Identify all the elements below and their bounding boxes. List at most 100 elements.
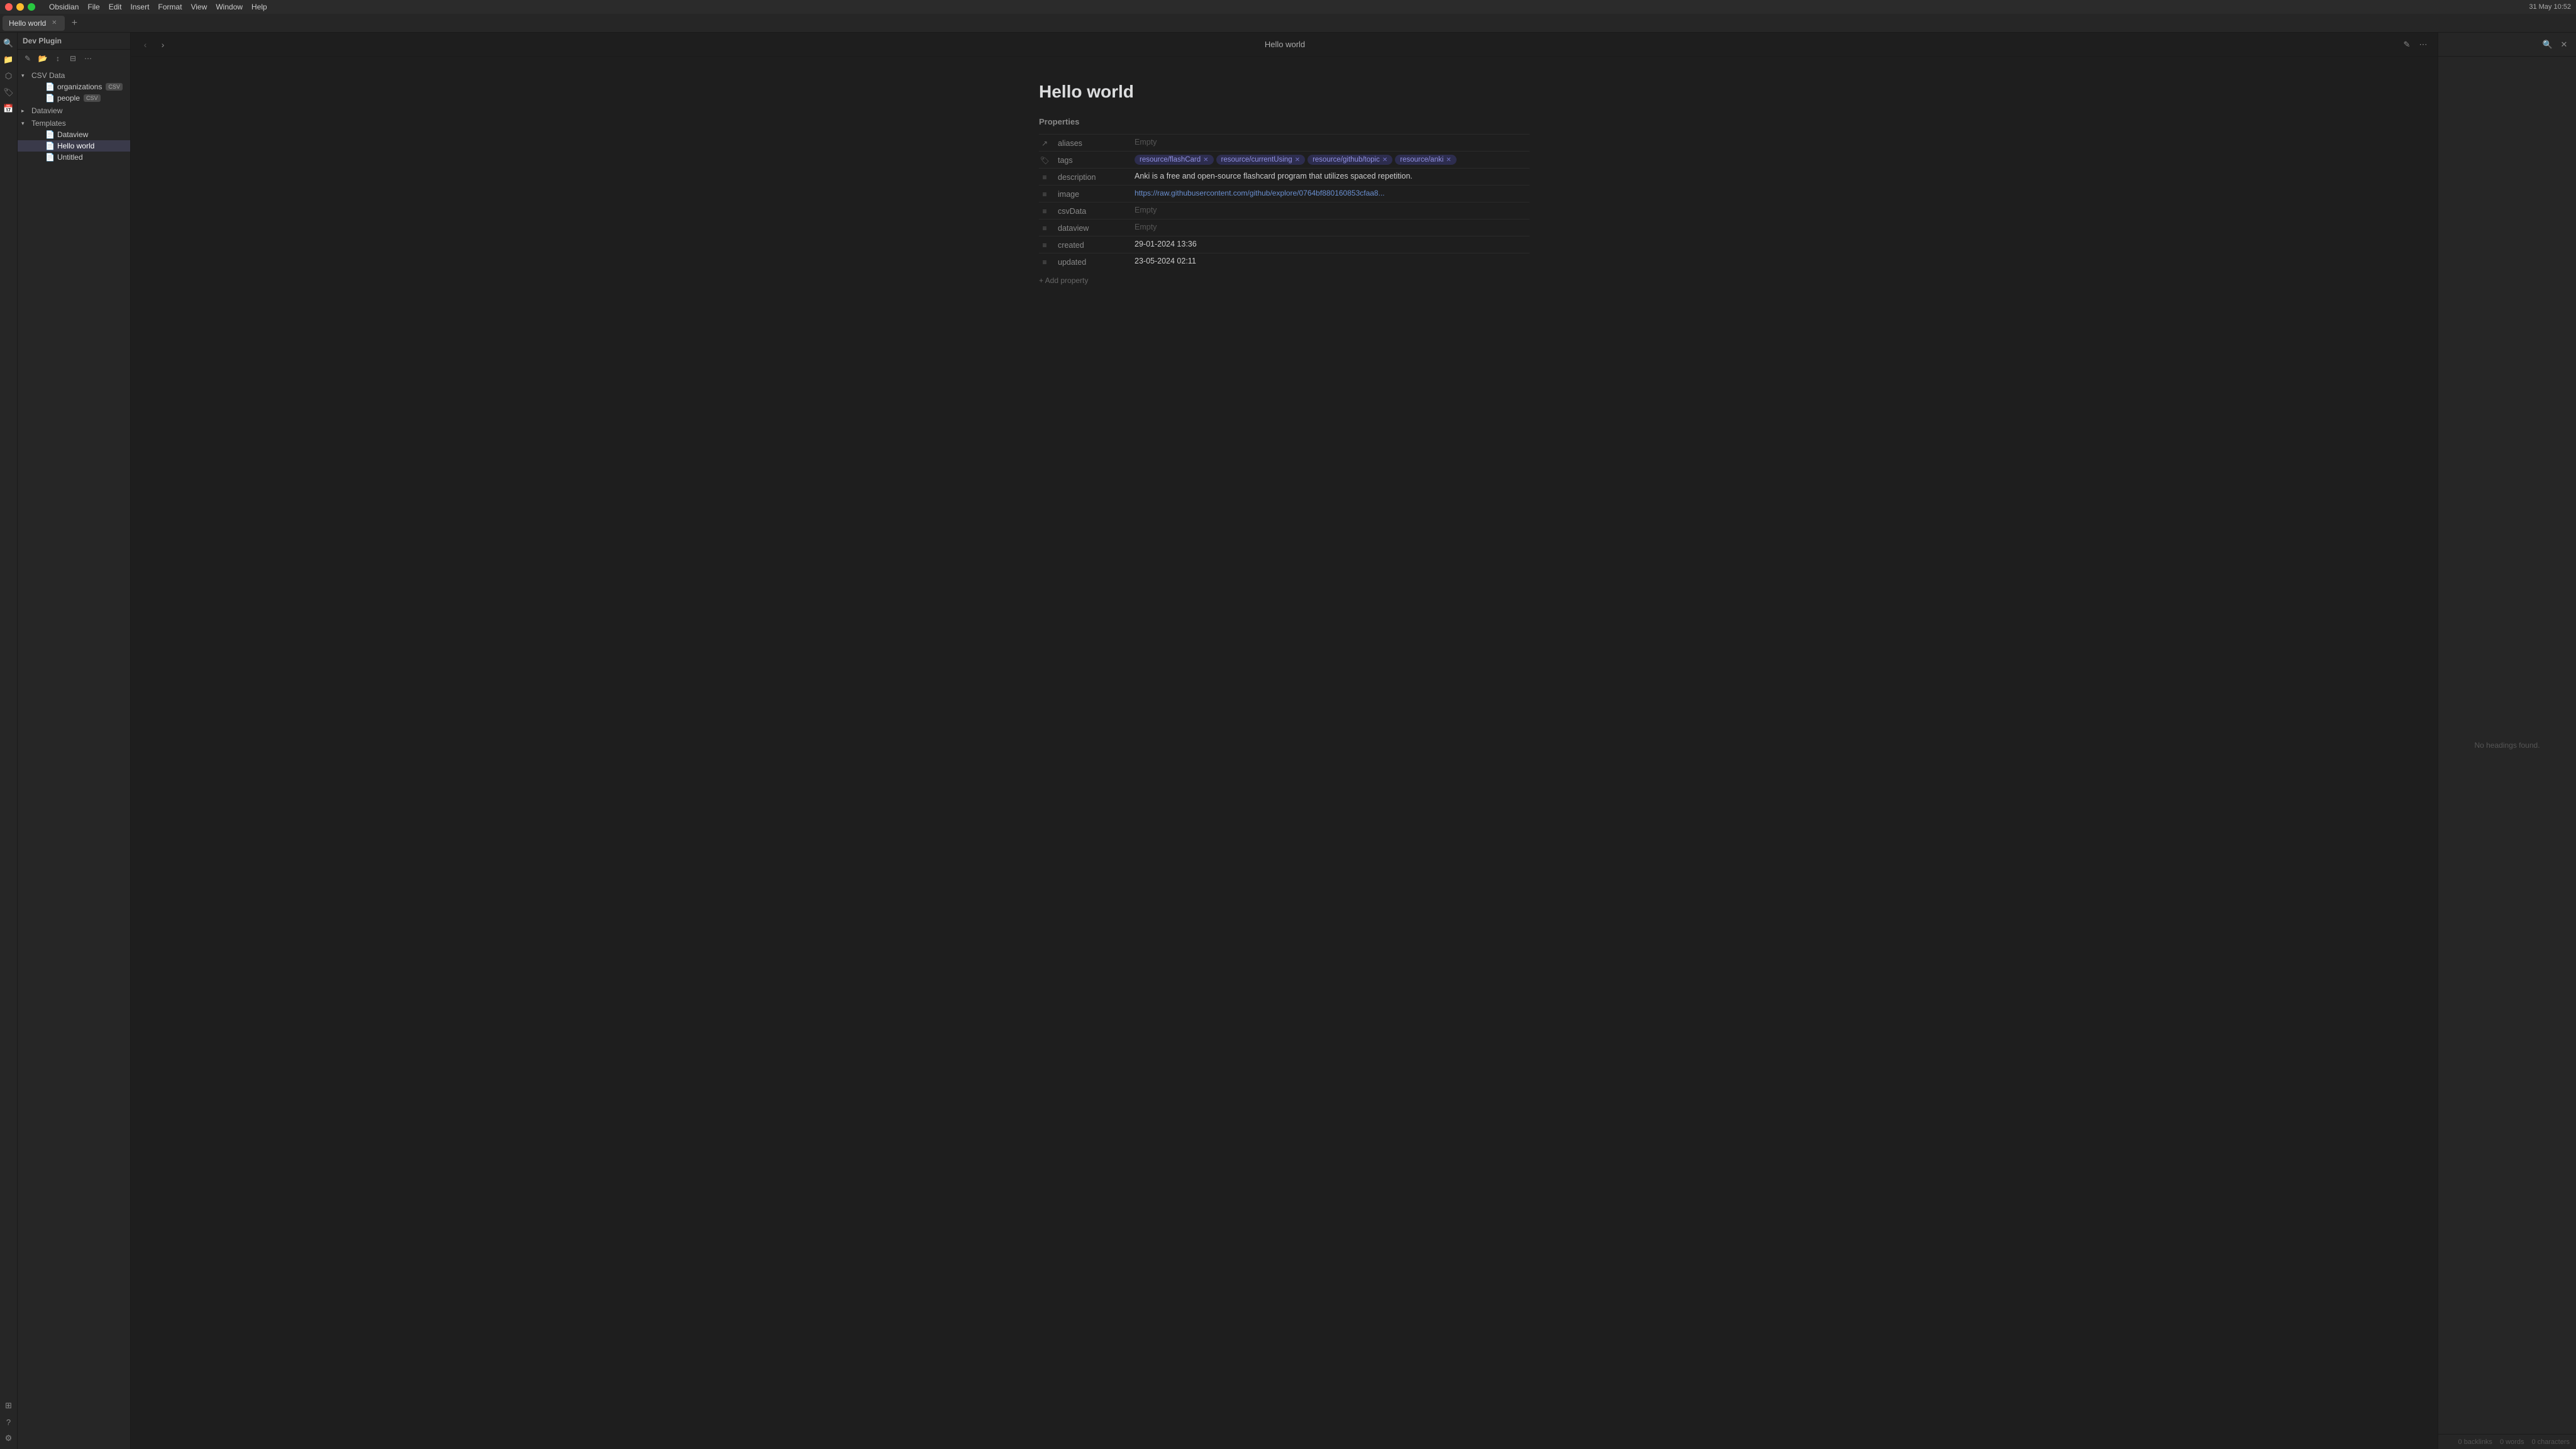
- sidebar-item-people[interactable]: 📄 people CSV: [18, 92, 130, 104]
- property-key-created: created: [1058, 240, 1127, 250]
- files-icon[interactable]: 📁: [2, 53, 16, 67]
- chars-count: 0 characters: [2531, 1438, 2570, 1446]
- item-label: organizations: [57, 82, 102, 91]
- close-button[interactable]: [5, 3, 13, 11]
- tab-close-button[interactable]: ✕: [50, 19, 58, 28]
- property-key-dataview: dataview: [1058, 223, 1127, 233]
- file-icon: 📄: [45, 142, 55, 150]
- properties-label: Properties: [1039, 117, 1530, 126]
- csv-badge: CSV: [84, 94, 101, 102]
- aliases-icon: ↗: [1039, 138, 1050, 148]
- property-description: ≡ description Anki is a free and open-so…: [1039, 168, 1530, 185]
- calendar-icon[interactable]: 📅: [2, 102, 16, 116]
- file-icon: 📄: [45, 82, 55, 91]
- minimize-button[interactable]: [16, 3, 24, 11]
- tag-chip-label: resource/currentUsing: [1221, 156, 1292, 164]
- image-icon: ≡: [1039, 189, 1050, 199]
- new-note-icon[interactable]: ✎: [21, 52, 34, 65]
- property-key-tags: tags: [1058, 155, 1127, 165]
- property-value-description[interactable]: Anki is a free and open-source flashcard…: [1135, 172, 1530, 180]
- property-value-tags: resource/flashCard ✕ resource/currentUsi…: [1135, 155, 1530, 165]
- new-tab-button[interactable]: +: [67, 16, 81, 30]
- sidebar-toolbar: ✎ 📂 ↕ ⊟ ⋯: [18, 50, 130, 67]
- menu-insert[interactable]: Insert: [130, 3, 149, 11]
- more-options-icon[interactable]: ⋯: [2416, 38, 2430, 52]
- tree-section-csvdata-header[interactable]: ▾ CSV Data: [18, 70, 130, 81]
- chevron-down-icon: ▾: [21, 120, 29, 127]
- backlinks-count: 0 backlinks: [2458, 1438, 2492, 1446]
- property-key-aliases: aliases: [1058, 138, 1127, 148]
- tab-hello-world[interactable]: Hello world ✕: [3, 16, 65, 31]
- note-toolbar: ‹ › Hello world ✎ ⋯: [131, 33, 2438, 57]
- tree-section-templates: ▾ Templates 📄 Dataview 📄 Hello world 📄 U…: [18, 118, 130, 163]
- tag-remove-button[interactable]: ✕: [1295, 157, 1300, 164]
- tag-remove-button[interactable]: ✕: [1446, 157, 1451, 164]
- tree-section-dataview-header[interactable]: ▸ Dataview: [18, 105, 130, 116]
- menu-file[interactable]: File: [87, 3, 99, 11]
- menu-edit[interactable]: Edit: [109, 3, 122, 11]
- tree-section-templates-header[interactable]: ▾ Templates: [18, 118, 130, 129]
- tag-chip-flashcard: resource/flashCard ✕: [1135, 155, 1214, 165]
- item-label: Untitled: [57, 153, 83, 162]
- note-content: Hello world Properties ↗ aliases Empty 🏷…: [1001, 57, 1567, 1449]
- maximize-button[interactable]: [28, 3, 35, 11]
- back-button[interactable]: ‹: [138, 38, 152, 52]
- section-dataview-label: Dataview: [31, 106, 62, 115]
- community-icon[interactable]: ⊞: [2, 1399, 16, 1413]
- file-icon: 📄: [45, 94, 55, 103]
- sidebar-item-dataview[interactable]: 📄 Dataview: [18, 129, 130, 140]
- property-value-updated[interactable]: 23-05-2024 02:11: [1135, 257, 1530, 265]
- tag-remove-button[interactable]: ✕: [1203, 157, 1208, 164]
- note-title: Hello world: [1039, 82, 1530, 102]
- sidebar-item-organizations[interactable]: 📄 organizations CSV: [18, 81, 130, 92]
- search-right-icon[interactable]: 🔍: [2541, 38, 2555, 52]
- tag-chip-label: resource/flashCard: [1140, 156, 1201, 164]
- close-right-icon[interactable]: ✕: [2557, 38, 2571, 52]
- chevron-down-icon: ▾: [21, 72, 29, 79]
- add-property-label: + Add property: [1039, 276, 1088, 285]
- forward-button[interactable]: ›: [156, 38, 170, 52]
- settings-icon[interactable]: ⚙: [2, 1431, 16, 1445]
- help-icon[interactable]: ?: [2, 1415, 16, 1429]
- property-value-aliases[interactable]: Empty: [1135, 138, 1530, 147]
- item-label: Dataview: [57, 130, 88, 139]
- more-icon[interactable]: ⋯: [82, 52, 94, 65]
- menu-obsidian[interactable]: Obsidian: [49, 3, 79, 11]
- menu-help[interactable]: Help: [252, 3, 267, 11]
- sidebar-header: Dev Plugin: [18, 33, 130, 50]
- sidebar-tree: ▾ CSV Data 📄 organizations CSV 📄 people …: [18, 67, 130, 1449]
- section-csvdata-label: CSV Data: [31, 71, 65, 80]
- tag-icon[interactable]: 🏷: [2, 86, 16, 99]
- image-link[interactable]: https://raw.githubusercontent.com/github…: [1135, 189, 1385, 197]
- tag-chip-currentusing: resource/currentUsing ✕: [1216, 155, 1306, 165]
- tag-remove-button[interactable]: ✕: [1382, 157, 1387, 164]
- note-nav-title: Hello world: [174, 40, 2396, 49]
- property-value-dataview[interactable]: Empty: [1135, 223, 1530, 231]
- property-updated: ≡ updated 23-05-2024 02:11: [1039, 253, 1530, 270]
- collapse-icon[interactable]: ⊟: [67, 52, 79, 65]
- new-folder-icon[interactable]: 📂: [36, 52, 49, 65]
- property-csvdata: ≡ csvData Empty: [1039, 202, 1530, 219]
- property-key-csvdata: csvData: [1058, 206, 1127, 216]
- menu-view[interactable]: View: [191, 3, 207, 11]
- content-area: ‹ › Hello world ✎ ⋯ Hello world Properti…: [131, 33, 2438, 1449]
- csv-badge: CSV: [106, 83, 123, 91]
- sidebar-item-hello-world[interactable]: 📄 Hello world: [18, 140, 130, 152]
- property-value-csvdata[interactable]: Empty: [1135, 206, 1530, 214]
- tag-chip-label: resource/anki: [1400, 156, 1443, 164]
- created-icon: ≡: [1039, 240, 1050, 250]
- menu-format[interactable]: Format: [158, 3, 182, 11]
- property-aliases: ↗ aliases Empty: [1039, 134, 1530, 151]
- tree-section-dataview: ▸ Dataview: [18, 105, 130, 116]
- property-value-created[interactable]: 29-01-2024 13:36: [1135, 240, 1530, 248]
- tag-chips: resource/flashCard ✕ resource/currentUsi…: [1135, 155, 1530, 165]
- search-icon[interactable]: 🔍: [2, 36, 16, 50]
- menu-window[interactable]: Window: [216, 3, 243, 11]
- words-count: 0 words: [2500, 1438, 2524, 1446]
- edit-icon[interactable]: ✎: [2400, 38, 2414, 52]
- property-tags: 🏷 tags resource/flashCard ✕ resource/cur…: [1039, 151, 1530, 168]
- sidebar-item-untitled[interactable]: 📄 Untitled: [18, 152, 130, 163]
- graph-icon[interactable]: ⬡: [2, 69, 16, 83]
- sort-icon[interactable]: ↕: [52, 52, 64, 65]
- add-property-button[interactable]: + Add property: [1039, 272, 1530, 289]
